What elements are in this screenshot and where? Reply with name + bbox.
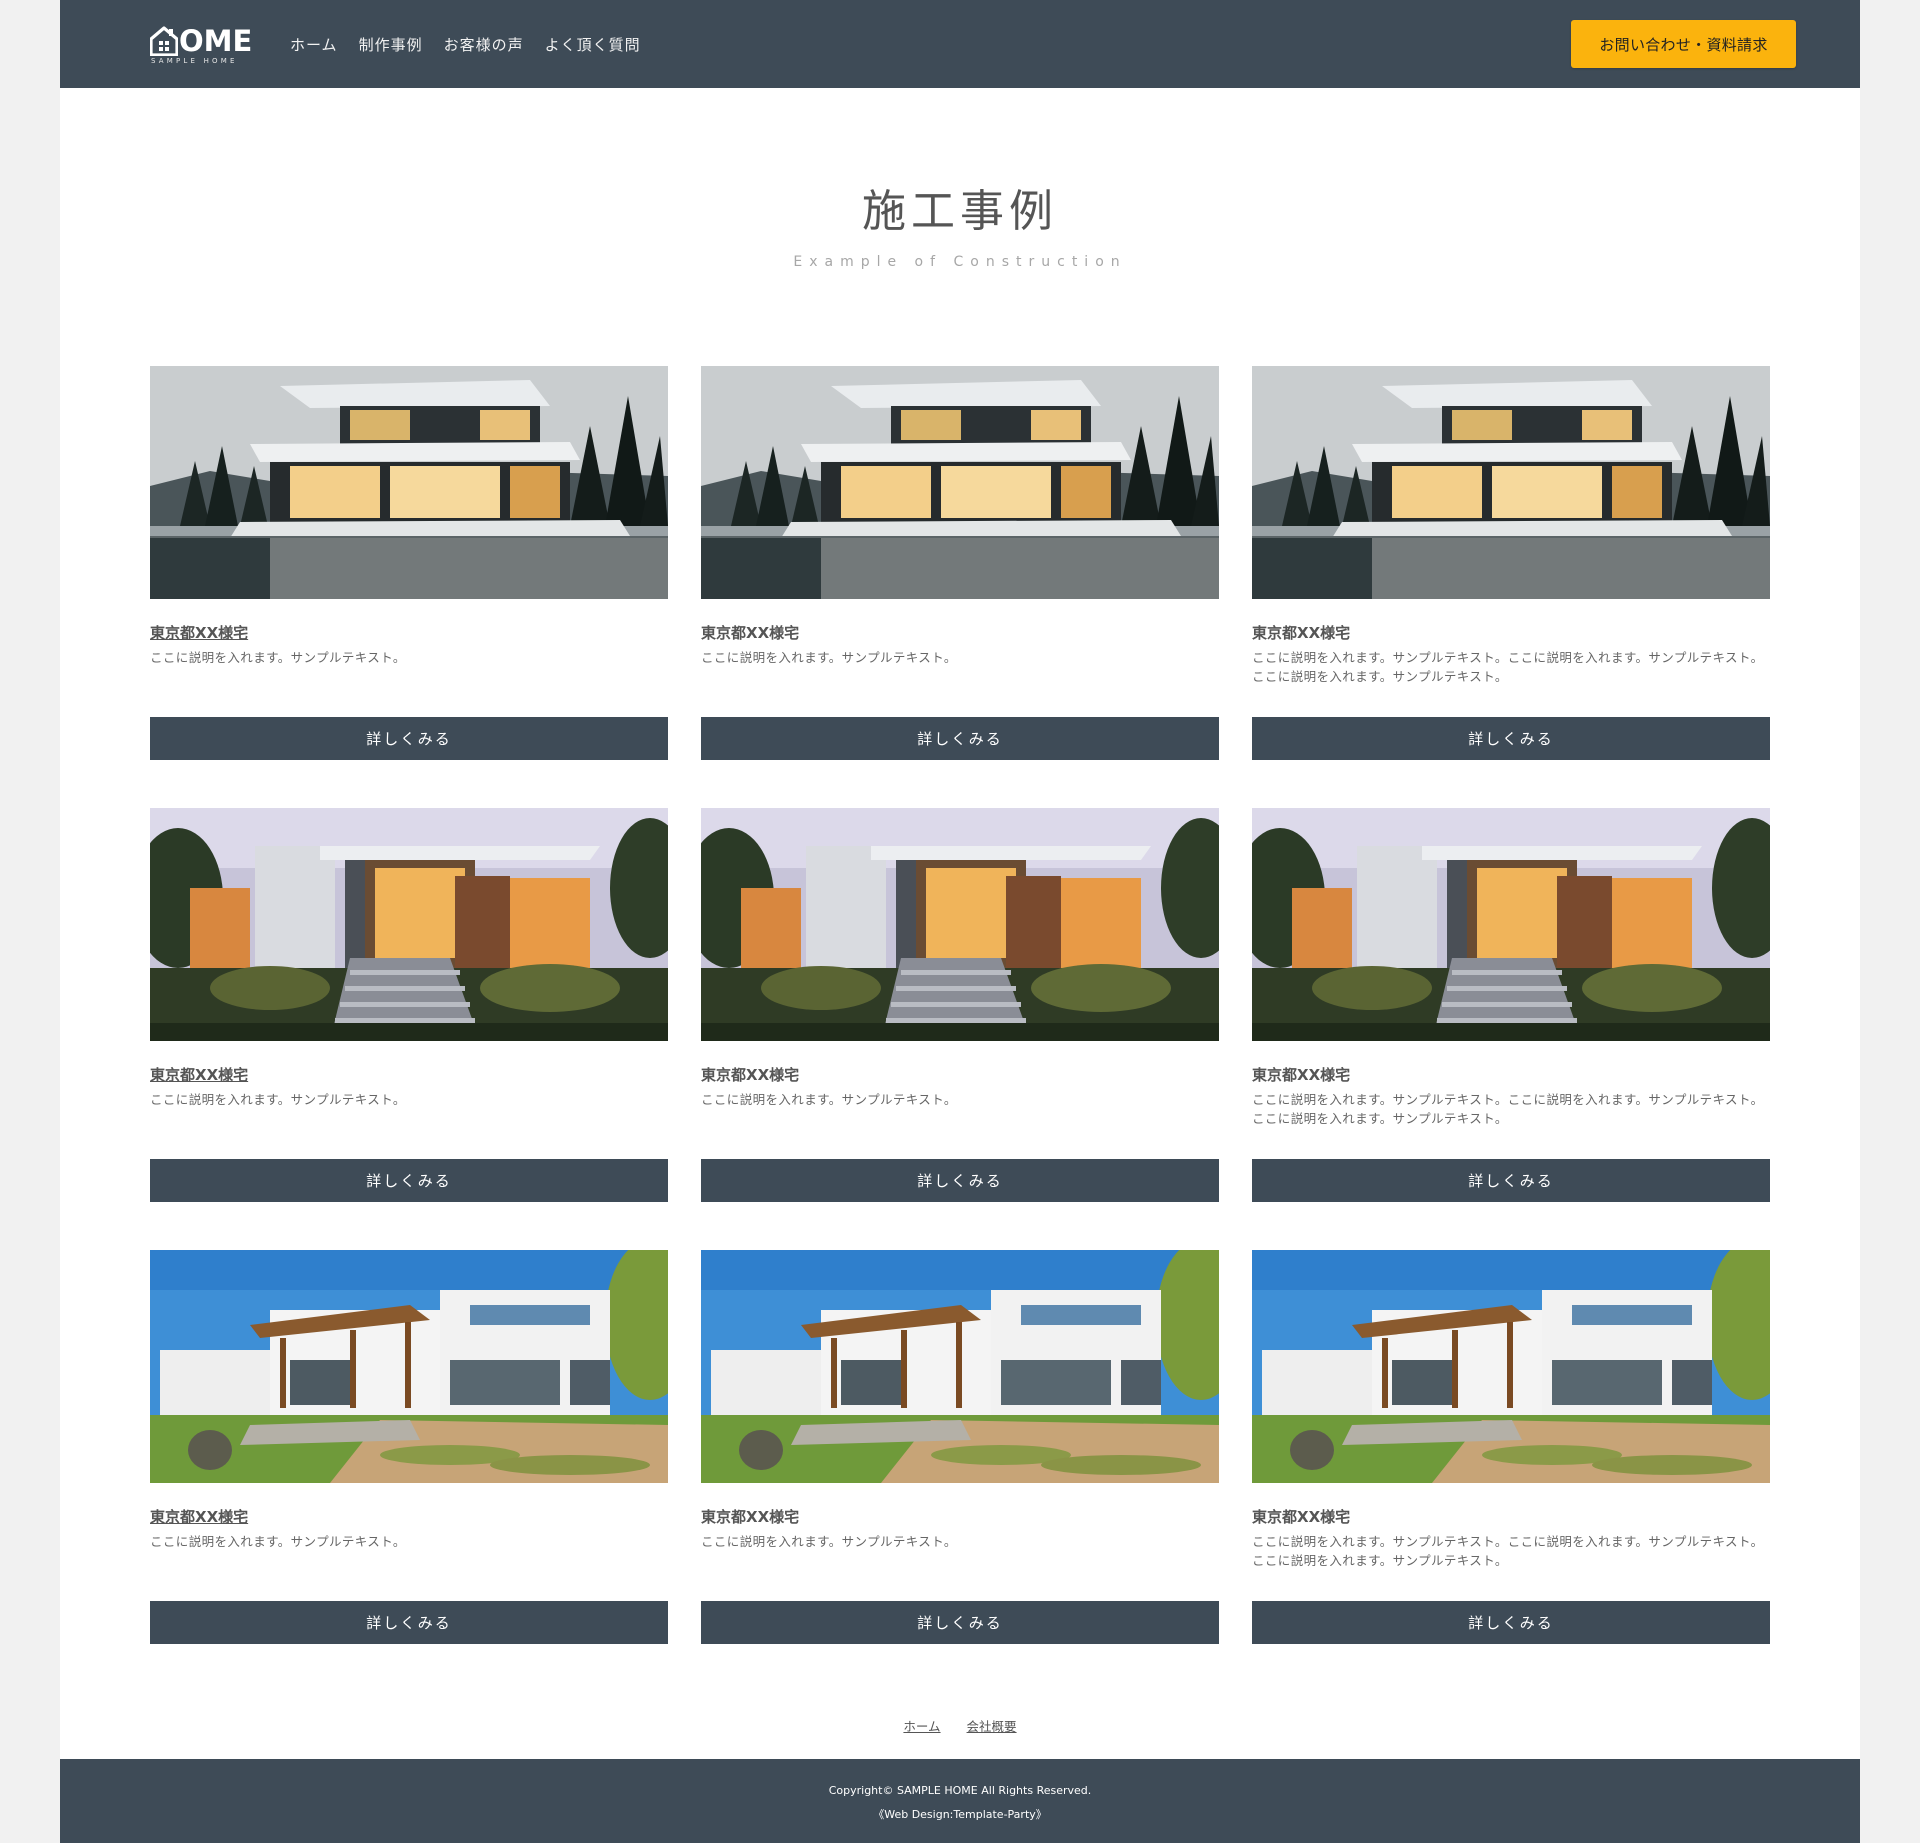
house-photo[interactable] [1252,366,1770,599]
works-grid: 東京都XX様宅 ここに説明を入れます。サンプルテキスト。 詳しくみる 東京都XX… [150,366,1770,1644]
work-card-title[interactable]: 東京都XX様宅 [1252,1064,1350,1085]
work-card: 東京都XX様宅 ここに説明を入れます。サンプルテキスト。 詳しくみる [150,366,668,760]
house-photo[interactable] [701,1250,1219,1483]
nav-item-voices[interactable]: お客様の声 [444,34,524,55]
main-nav: ホーム 制作事例 お客様の声 よく頂く質問 [290,0,662,88]
work-card-title[interactable]: 東京都XX様宅 [150,1064,248,1085]
see-details-button[interactable]: 詳しくみる [701,1601,1219,1644]
house-photo[interactable] [1252,808,1770,1041]
work-card: 東京都XX様宅 ここに説明を入れます。サンプルテキスト。 詳しくみる [701,366,1219,760]
work-card: 東京都XX様宅 ここに説明を入れます。サンプルテキスト。 詳しくみる [701,1250,1219,1644]
contact-request-button[interactable]: お問い合わせ・資料請求 [1571,20,1796,68]
see-details-button[interactable]: 詳しくみる [701,1159,1219,1202]
see-details-button[interactable]: 詳しくみる [1252,1159,1770,1202]
house-icon [150,26,178,56]
house-photo[interactable] [701,808,1219,1041]
work-card-description: ここに説明を入れます。サンプルテキスト。 [150,1534,406,1549]
footer-link-home[interactable]: ホーム [903,1719,940,1734]
site-header: OME SAMPLE HOME ホーム 制作事例 お客様の声 よく頂く質問 お問… [60,0,1860,88]
logo[interactable]: OME SAMPLE HOME [150,20,260,68]
house-photo[interactable] [1252,1250,1770,1483]
work-card-title[interactable]: 東京都XX様宅 [150,1506,248,1527]
nav-item-works[interactable]: 制作事例 [359,34,423,55]
work-card: 東京都XX様宅 ここに説明を入れます。サンプルテキスト。ここに説明を入れます。サ… [1252,366,1770,760]
work-card: 東京都XX様宅 ここに説明を入れます。サンプルテキスト。ここに説明を入れます。サ… [1252,1250,1770,1644]
copyright-text: Copyright© SAMPLE HOME All Rights Reserv… [828,1784,1092,1797]
nav-item-home[interactable]: ホーム [290,34,338,55]
work-card-description: ここに説明を入れます。サンプルテキスト。 [701,1534,957,1549]
work-card-description: ここに説明を入れます。サンプルテキスト。ここに説明を入れます。サンプルテキスト。… [1252,1534,1764,1568]
work-card-title[interactable]: 東京都XX様宅 [701,1064,799,1085]
work-card-description: ここに説明を入れます。サンプルテキスト。 [150,650,406,665]
page-subtitle: Example of Construction [793,254,1127,270]
work-card: 東京都XX様宅 ここに説明を入れます。サンプルテキスト。ここに説明を入れます。サ… [1252,808,1770,1202]
nav-item-faq[interactable]: よく頂く質問 [545,34,641,55]
house-photo[interactable] [701,366,1219,599]
work-card-title[interactable]: 東京都XX様宅 [1252,622,1350,643]
footer-link-company[interactable]: 会社概要 [967,1719,1017,1734]
house-photo[interactable] [150,808,668,1041]
work-card-description: ここに説明を入れます。サンプルテキスト。ここに説明を入れます。サンプルテキスト。… [1252,650,1764,684]
see-details-button[interactable]: 詳しくみる [150,1601,668,1644]
work-card: 東京都XX様宅 ここに説明を入れます。サンプルテキスト。 詳しくみる [150,1250,668,1644]
work-card: 東京都XX様宅 ここに説明を入れます。サンプルテキスト。 詳しくみる [701,808,1219,1202]
page: OME SAMPLE HOME ホーム 制作事例 お客様の声 よく頂く質問 お問… [60,0,1860,1843]
logo-subtitle: SAMPLE HOME [151,57,238,65]
design-credit[interactable]: 《Web Design:Template-Party》 [60,1806,1860,1822]
work-card-title[interactable]: 東京都XX様宅 [701,622,799,643]
see-details-button[interactable]: 詳しくみる [701,717,1219,760]
work-card-description: ここに説明を入れます。サンプルテキスト。ここに説明を入れます。サンプルテキスト。… [1252,1092,1764,1126]
see-details-button[interactable]: 詳しくみる [150,717,668,760]
site-footer: Copyright© SAMPLE HOME All Rights Reserv… [60,1759,1860,1843]
work-card-title[interactable]: 東京都XX様宅 [1252,1506,1350,1527]
logo-text: OME [179,24,253,58]
work-card: 東京都XX様宅 ここに説明を入れます。サンプルテキスト。 詳しくみる [150,808,668,1202]
house-photo[interactable] [150,1250,668,1483]
house-photo[interactable] [150,366,668,599]
footer-links: ホーム 会社概要 [60,1716,1860,1735]
see-details-button[interactable]: 詳しくみる [1252,717,1770,760]
work-card-title[interactable]: 東京都XX様宅 [150,622,248,643]
page-title: 施工事例 [862,186,1058,237]
work-card-description: ここに説明を入れます。サンプルテキスト。 [701,1092,957,1107]
work-card-description: ここに説明を入れます。サンプルテキスト。 [150,1092,406,1107]
work-card-description: ここに説明を入れます。サンプルテキスト。 [701,650,957,665]
see-details-button[interactable]: 詳しくみる [150,1159,668,1202]
see-details-button[interactable]: 詳しくみる [1252,1601,1770,1644]
work-card-title[interactable]: 東京都XX様宅 [701,1506,799,1527]
